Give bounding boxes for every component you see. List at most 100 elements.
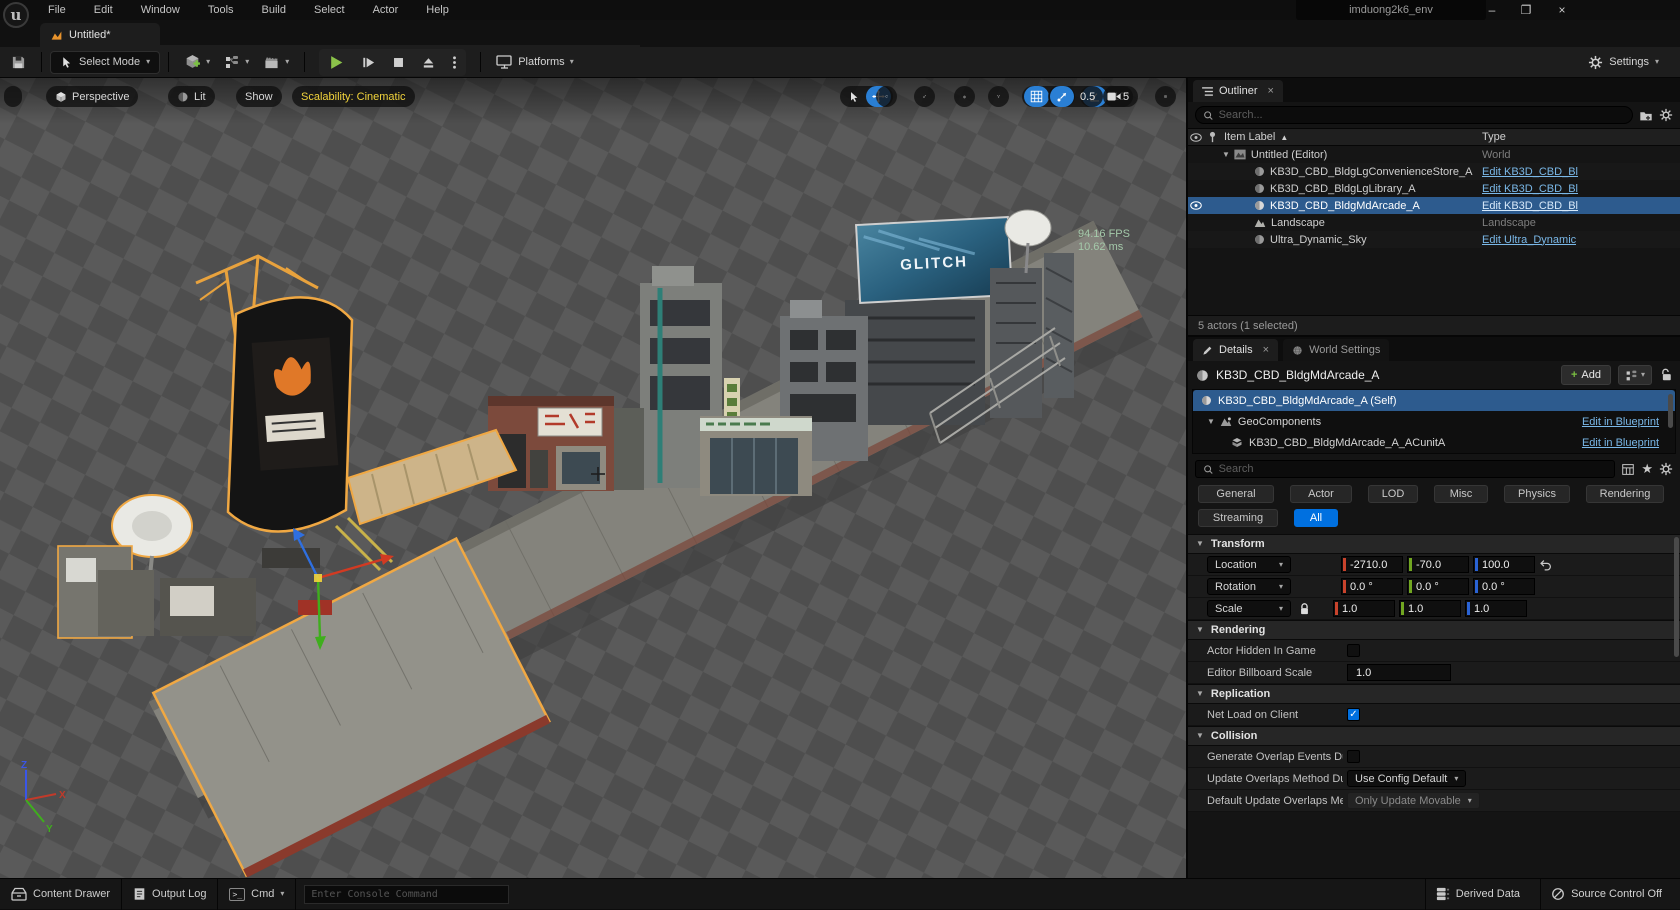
play-options-dots[interactable] xyxy=(445,51,464,74)
scale-tool[interactable] xyxy=(914,86,935,107)
menu-file[interactable]: File xyxy=(46,2,68,18)
edit-in-blueprint-link[interactable]: Edit in Blueprint xyxy=(1582,416,1659,428)
scale-snap-toggle[interactable] xyxy=(1050,86,1074,107)
edit-blueprint-link[interactable]: Edit Ultra_Dynamic xyxy=(1482,234,1576,246)
close-button[interactable]: × xyxy=(1548,0,1576,19)
actor-hidden-checkbox[interactable] xyxy=(1347,644,1360,657)
viewport[interactable]: GLITCH xyxy=(0,78,1186,878)
output-log-button[interactable]: Output Log xyxy=(122,879,218,910)
maximize-viewport[interactable] xyxy=(1155,86,1176,107)
eject-button[interactable] xyxy=(414,51,443,74)
scale-z-input[interactable]: 1.0 xyxy=(1465,600,1527,617)
add-actor-button[interactable]: ▾ xyxy=(177,50,217,75)
location-x-input[interactable]: -2710.0 xyxy=(1341,556,1403,573)
display-options-icon[interactable] xyxy=(1621,463,1635,476)
visibility-eye-icon[interactable] xyxy=(1188,201,1204,210)
component-tree-scrollbar[interactable] xyxy=(1668,394,1673,428)
section-rendering[interactable]: ▼ Rendering xyxy=(1188,620,1680,640)
tab-untitled-level[interactable]: Untitled* xyxy=(40,23,160,47)
grid-snap-toggle[interactable] xyxy=(1024,86,1049,107)
surface-snapping[interactable] xyxy=(988,86,1009,107)
play-button[interactable] xyxy=(321,50,352,75)
edit-blueprint-link[interactable]: Edit KB3D_CBD_Bl xyxy=(1482,200,1578,212)
outliner-settings-gear-icon[interactable] xyxy=(1659,108,1673,122)
edit-in-blueprint-link[interactable]: Edit in Blueprint xyxy=(1582,437,1659,449)
blueprints-button[interactable]: ▾ xyxy=(217,50,256,74)
expand-caret-icon[interactable]: ▼ xyxy=(1222,151,1230,159)
menu-help[interactable]: Help xyxy=(424,2,451,18)
chip-lod[interactable]: LOD xyxy=(1368,485,1418,503)
tab-details[interactable]: Details × xyxy=(1193,339,1278,361)
outliner-row-arcade-selected[interactable]: KB3D_CBD_BldgMdArcade_A Edit KB3D_CBD_Bl xyxy=(1188,197,1680,214)
chip-rendering[interactable]: Rendering xyxy=(1586,485,1664,503)
chip-misc[interactable]: Misc xyxy=(1434,485,1488,503)
billboard-scale-input[interactable]: 1.0 xyxy=(1347,664,1451,681)
column-item-label[interactable]: Item Label xyxy=(1224,131,1275,143)
details-search[interactable] xyxy=(1195,460,1615,478)
perspective-dropdown[interactable]: Perspective xyxy=(46,86,138,107)
rotation-x-input[interactable]: 0.0 ° xyxy=(1341,578,1403,595)
section-transform[interactable]: ▼ Transform xyxy=(1188,534,1680,554)
net-load-checkbox[interactable]: ✓ xyxy=(1347,708,1360,721)
chip-general[interactable]: General xyxy=(1198,485,1274,503)
scale-snap-value[interactable]: 0.5 xyxy=(1074,86,1101,107)
world-local-toggle[interactable] xyxy=(954,86,975,107)
outliner-search[interactable] xyxy=(1195,106,1633,124)
cinematics-button[interactable]: ▾ xyxy=(256,51,296,74)
pin-column-icon[interactable] xyxy=(1204,131,1220,143)
save-button[interactable] xyxy=(4,51,33,74)
edit-blueprint-link[interactable]: Edit KB3D_CBD_Bl xyxy=(1482,166,1578,178)
content-drawer-button[interactable]: Content Drawer xyxy=(0,879,122,910)
component-self[interactable]: KB3D_CBD_BldgMdArcade_A (Self) xyxy=(1193,390,1675,411)
menu-select[interactable]: Select xyxy=(312,2,347,18)
outliner-row-library[interactable]: KB3D_CBD_BldgLgLibrary_A Edit KB3D_CBD_B… xyxy=(1188,180,1680,197)
favorites-star-icon[interactable]: ★ xyxy=(1641,461,1653,477)
outliner-column-header[interactable]: Item Label ▲ Type xyxy=(1188,128,1680,146)
section-collision[interactable]: ▼ Collision xyxy=(1188,726,1680,746)
menu-actor[interactable]: Actor xyxy=(371,2,401,18)
details-settings-gear-icon[interactable] xyxy=(1659,462,1673,476)
scale-dropdown[interactable]: Scale▾ xyxy=(1207,600,1291,617)
rotation-dropdown[interactable]: Rotation▾ xyxy=(1207,578,1291,595)
rotate-tool[interactable] xyxy=(876,86,897,107)
chip-physics[interactable]: Physics xyxy=(1504,485,1570,503)
rotation-z-input[interactable]: 0.0 ° xyxy=(1473,578,1535,595)
scale-y-input[interactable]: 1.0 xyxy=(1399,600,1461,617)
skip-frame-button[interactable] xyxy=(354,51,383,74)
camera-speed[interactable]: 5 xyxy=(1103,86,1133,107)
cmd-dropdown[interactable]: >_ Cmd ▾ xyxy=(218,879,296,910)
location-dropdown[interactable]: Location▾ xyxy=(1207,556,1291,573)
component-geocomponents[interactable]: ▼ GeoComponents Edit in Blueprint xyxy=(1193,411,1675,432)
chip-all[interactable]: All xyxy=(1294,509,1338,527)
close-icon[interactable]: × xyxy=(1263,344,1269,356)
stop-button[interactable] xyxy=(385,52,412,73)
close-icon[interactable]: × xyxy=(1268,85,1274,97)
scale-x-input[interactable]: 1.0 xyxy=(1333,600,1395,617)
menu-edit[interactable]: Edit xyxy=(92,2,115,18)
component-acunit[interactable]: KB3D_CBD_BldgMdArcade_A_ACunitA Edit in … xyxy=(1193,432,1675,453)
lit-dropdown[interactable]: Lit xyxy=(168,86,215,107)
outliner-row-sky[interactable]: Ultra_Dynamic_Sky Edit Ultra_Dynamic xyxy=(1188,231,1680,248)
visibility-column-icon[interactable] xyxy=(1188,133,1204,142)
expand-caret-icon[interactable]: ▼ xyxy=(1207,418,1215,426)
source-control-button[interactable]: Source Control Off xyxy=(1540,879,1672,910)
select-tool[interactable] xyxy=(842,86,866,107)
unreal-logo[interactable]: u xyxy=(3,2,29,28)
new-folder-icon[interactable] xyxy=(1639,109,1653,122)
menu-tools[interactable]: Tools xyxy=(206,2,236,18)
column-type[interactable]: Type xyxy=(1482,131,1506,143)
minimize-button[interactable]: – xyxy=(1478,0,1506,19)
location-z-input[interactable]: 100.0 xyxy=(1473,556,1535,573)
derived-data-button[interactable]: Derived Data xyxy=(1425,879,1530,910)
maximize-button[interactable]: ❐ xyxy=(1512,0,1540,19)
edit-blueprint-link[interactable]: Edit KB3D_CBD_Bl xyxy=(1482,183,1578,195)
menu-build[interactable]: Build xyxy=(260,2,288,18)
outliner-search-input[interactable] xyxy=(1219,109,1625,121)
tab-world-settings[interactable]: World Settings xyxy=(1283,339,1389,361)
section-replication[interactable]: ▼ Replication xyxy=(1188,684,1680,704)
menu-window[interactable]: Window xyxy=(139,2,182,18)
chip-actor[interactable]: Actor xyxy=(1290,485,1352,503)
overlap-events-checkbox[interactable] xyxy=(1347,750,1360,763)
scale-lock-icon[interactable] xyxy=(1299,603,1310,615)
outliner-row-landscape[interactable]: Landscape Landscape xyxy=(1188,214,1680,231)
